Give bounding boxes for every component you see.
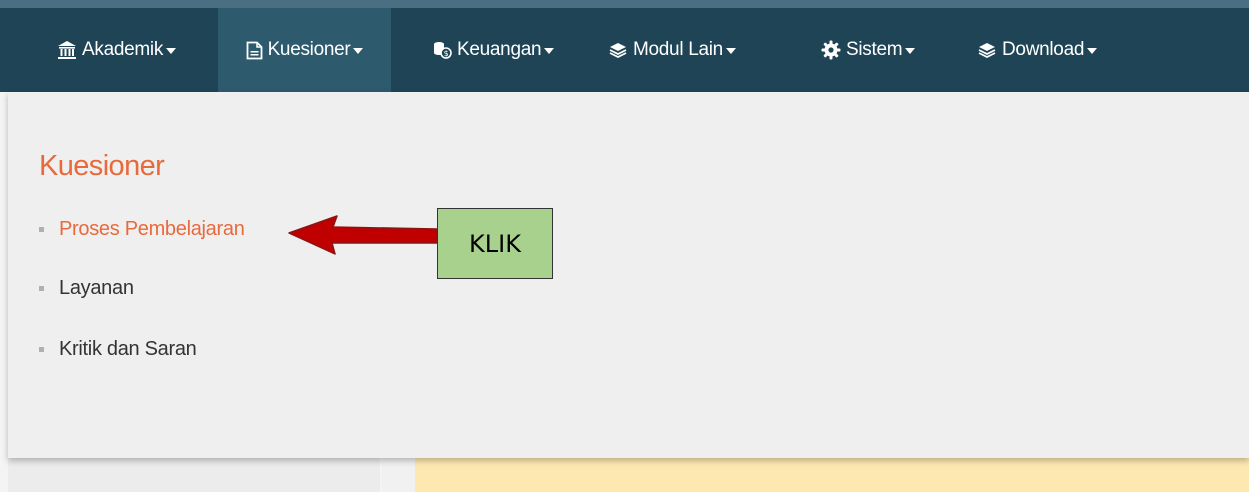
svg-text:$: $ [444, 49, 449, 58]
nav-akademik-label: Akademik [82, 39, 164, 60]
chevron-down-icon [166, 48, 177, 54]
layers-icon [977, 41, 997, 59]
bullet-icon [39, 227, 44, 232]
nav-sistem[interactable]: Sistem [821, 8, 916, 92]
nav-download-label: Download [1002, 39, 1085, 60]
bullet-icon [39, 286, 44, 291]
file-icon [246, 41, 263, 60]
gear-icon [821, 40, 841, 60]
top-navbar: Akademik Kuesioner $ Keuangan Modul Lain… [0, 0, 1249, 92]
nav-modul-lain-label: Modul Lain [633, 39, 723, 60]
nav-akademik[interactable]: Akademik [57, 8, 177, 92]
menu-item-proses-pembelajaran[interactable]: Proses Pembelajaran [39, 218, 245, 241]
menu-item-kritik-dan-saran[interactable]: Kritik dan Saran [39, 338, 197, 361]
menu-item-label: Layanan [59, 277, 134, 299]
bank-icon [57, 40, 77, 60]
chevron-down-icon [905, 48, 916, 54]
annotation-klik-box: KLIK [437, 208, 553, 279]
nav-download[interactable]: Download [977, 8, 1098, 92]
chevron-down-icon [725, 48, 736, 54]
dropdown-heading: Kuesioner [39, 150, 165, 182]
nav-keuangan[interactable]: $ Keuangan [432, 8, 555, 92]
menu-item-label: Kritik dan Saran [59, 338, 197, 360]
menu-item-label: Proses Pembelajaran [59, 218, 245, 240]
chevron-down-icon [1087, 48, 1098, 54]
chevron-down-icon [544, 48, 555, 54]
chevron-down-icon [353, 48, 364, 54]
nav-sistem-label: Sistem [846, 39, 903, 60]
nav-keuangan-label: Keuangan [457, 39, 542, 60]
notice-bar [415, 456, 1249, 492]
nav-modul-lain[interactable]: Modul Lain [608, 8, 736, 92]
nav-kuesioner-label: Kuesioner [267, 39, 351, 60]
layers-icon [608, 41, 628, 59]
bullet-icon [39, 347, 44, 352]
coins-icon: $ [432, 40, 452, 60]
annotation-arrow-icon [288, 215, 438, 255]
nav-kuesioner[interactable]: Kuesioner [218, 8, 391, 92]
menu-item-layanan[interactable]: Layanan [39, 277, 134, 300]
kuesioner-dropdown-menu: Kuesioner Proses Pembelajaran Layanan Kr… [8, 92, 1249, 458]
